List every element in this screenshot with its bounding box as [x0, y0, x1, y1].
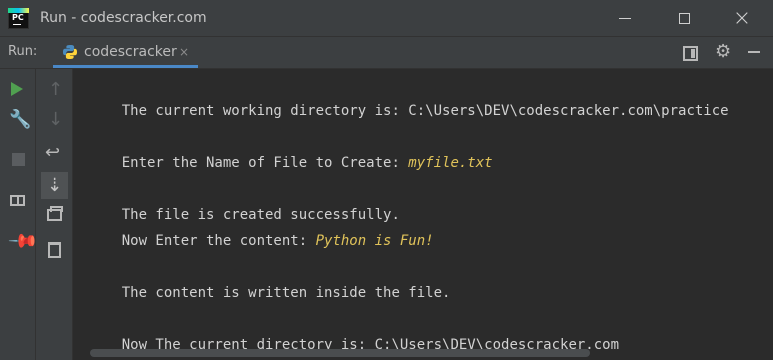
console-line: Now Enter the content: Python is Fun!: [121, 233, 434, 249]
pin-icon[interactable]: 📌: [7, 225, 39, 257]
console-actions-sidebar: ↑ ↓ ↩ ⇣: [36, 69, 73, 360]
wrench-icon[interactable]: 🔧: [9, 111, 31, 129]
tab-label: codescracker: [84, 44, 177, 60]
console-line: Now The current directory is: C:\Users\D…: [121, 337, 620, 353]
minimize-icon: [619, 18, 631, 19]
maximize-window-button[interactable]: [661, 0, 707, 37]
close-icon: ×: [732, 5, 752, 31]
run-tab-codescracker[interactable]: codescracker ×: [53, 37, 198, 68]
scroll-to-end-icon[interactable]: ⇣: [41, 172, 68, 199]
run-label: Run:: [8, 44, 38, 59]
gear-icon[interactable]: ⚙: [715, 43, 731, 61]
tab-close-icon[interactable]: ×: [179, 45, 189, 59]
play-icon[interactable]: [11, 82, 23, 96]
layout-icon[interactable]: [683, 46, 698, 61]
title-bar: PC Run - codescracker.com ×: [0, 0, 773, 37]
logo-text: PC: [12, 13, 24, 22]
minimize-window-button[interactable]: [602, 0, 648, 37]
trash-icon[interactable]: [48, 242, 61, 258]
python-icon: [63, 45, 77, 59]
up-arrow-icon: ↑: [48, 79, 64, 100]
console-line: The file is created successfully.: [121, 207, 400, 223]
print-icon[interactable]: [47, 206, 63, 221]
run-toolbar: Run: codescracker × ⚙: [0, 37, 773, 69]
console-line: The content is written inside the file.: [121, 285, 451, 301]
pycharm-logo-icon: PC: [8, 8, 29, 29]
maximize-icon: [678, 13, 690, 24]
console-line: Enter the Name of File to Create: myfile…: [121, 155, 493, 171]
layout-icon[interactable]: [10, 195, 25, 206]
stop-icon: [12, 153, 25, 166]
console-output[interactable]: The current working directory is: C:\Use…: [73, 69, 773, 360]
soft-wrap-icon[interactable]: ↩: [45, 144, 63, 162]
console-line: The current working directory is: C:\Use…: [121, 103, 729, 119]
close-window-button[interactable]: ×: [719, 0, 765, 37]
run-actions-sidebar: 🔧 📌: [0, 69, 39, 360]
down-arrow-icon: ↓: [48, 109, 64, 130]
minimize-panel-icon[interactable]: [748, 51, 760, 53]
horizontal-scrollbar[interactable]: [90, 349, 590, 357]
window-title: Run - codescracker.com: [40, 10, 207, 26]
